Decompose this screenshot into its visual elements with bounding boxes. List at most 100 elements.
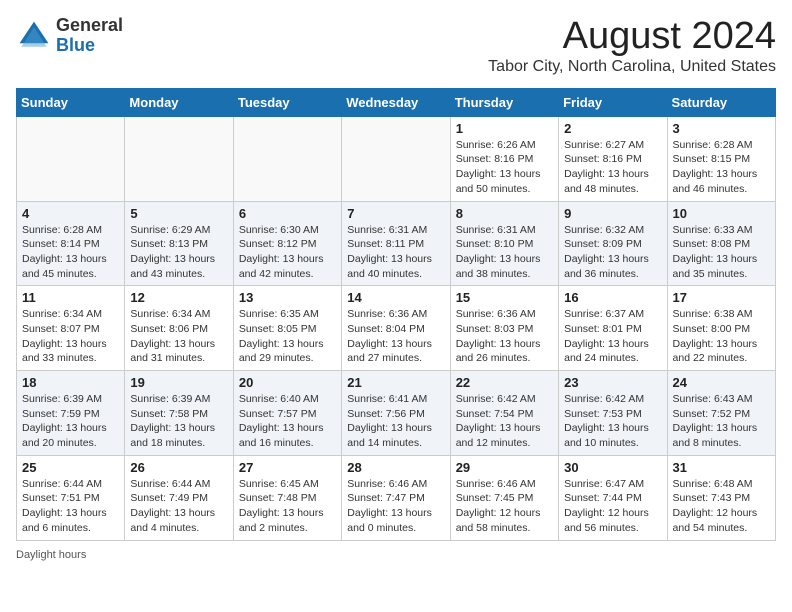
calendar-cell: 26Sunrise: 6:44 AM Sunset: 7:49 PM Dayli… [125, 455, 233, 540]
day-info: Sunrise: 6:37 AM Sunset: 8:01 PM Dayligh… [564, 307, 661, 366]
day-number: 18 [22, 375, 119, 390]
day-number: 31 [673, 460, 770, 475]
day-number: 21 [347, 375, 444, 390]
col-header-thursday: Thursday [450, 88, 558, 116]
calendar-cell: 16 Sunrise: 6:37 AM Sunset: 8:01 PM Dayli… [559, 286, 667, 371]
day-number: 15 [456, 290, 553, 305]
day-info: Sunrise: 6:43 AM Sunset: 7:52 PM Dayligh… [673, 392, 770, 451]
day-info: Sunrise: 6:44 AM Sunset: 7:51 PM Dayligh… [22, 477, 119, 536]
day-info: Sunrise: 6:34 AM Sunset: 8:07 PM Dayligh… [22, 307, 119, 366]
calendar-cell [342, 116, 450, 201]
day-number: 28 [347, 460, 444, 475]
col-header-wednesday: Wednesday [342, 88, 450, 116]
calendar-cell: 15 Sunrise: 6:36 AM Sunset: 8:03 PM Dayli… [450, 286, 558, 371]
calendar-cell: 21Sunrise: 6:41 AM Sunset: 7:56 PM Dayli… [342, 371, 450, 456]
logo-icon [16, 18, 52, 54]
day-number: 20 [239, 375, 336, 390]
day-info: Sunrise: 6:39 AM Sunset: 7:58 PM Dayligh… [130, 392, 227, 451]
calendar-cell: 5 Sunrise: 6:29 AM Sunset: 8:13 PM Daylig… [125, 201, 233, 286]
day-number: 9 [564, 206, 661, 221]
logo: General Blue [16, 16, 123, 56]
day-info: Sunrise: 6:30 AM Sunset: 8:12 PM Dayligh… [239, 223, 336, 282]
calendar-week-5: 25Sunrise: 6:44 AM Sunset: 7:51 PM Dayli… [17, 455, 776, 540]
day-info: Sunrise: 6:39 AM Sunset: 7:59 PM Dayligh… [22, 392, 119, 451]
calendar-cell: 9 Sunrise: 6:32 AM Sunset: 8:09 PM Daylig… [559, 201, 667, 286]
calendar-cell: 18 Sunrise: 6:39 AM Sunset: 7:59 PM Dayli… [17, 371, 125, 456]
day-number: 11 [22, 290, 119, 305]
day-info: Sunrise: 6:29 AM Sunset: 8:13 PM Dayligh… [130, 223, 227, 282]
calendar-cell [17, 116, 125, 201]
day-number: 1 [456, 121, 553, 136]
col-header-sunday: Sunday [17, 88, 125, 116]
location-title: Tabor City, North Carolina, United State… [488, 58, 776, 76]
calendar-cell: 23 Sunrise: 6:42 AM Sunset: 7:53 PM Dayli… [559, 371, 667, 456]
calendar-cell: 3Sunrise: 6:28 AM Sunset: 8:15 PM Daylig… [667, 116, 775, 201]
day-number: 16 [564, 290, 661, 305]
calendar-cell: 17 Sunrise: 6:38 AM Sunset: 8:00 PM Dayli… [667, 286, 775, 371]
calendar-week-2: 4 Sunrise: 6:28 AM Sunset: 8:14 PM Daylig… [17, 201, 776, 286]
day-info: Sunrise: 6:42 AM Sunset: 7:53 PM Dayligh… [564, 392, 661, 451]
calendar-week-1: 1Sunrise: 6:26 AM Sunset: 8:16 PM Daylig… [17, 116, 776, 201]
calendar-cell: 14 Sunrise: 6:36 AM Sunset: 8:04 PM Dayli… [342, 286, 450, 371]
calendar-cell: 28 Sunrise: 6:46 AM Sunset: 7:47 PM Dayli… [342, 455, 450, 540]
day-info: Sunrise: 6:48 AM Sunset: 7:43 PM Dayligh… [673, 477, 770, 536]
day-info: Sunrise: 6:38 AM Sunset: 8:00 PM Dayligh… [673, 307, 770, 366]
col-header-monday: Monday [125, 88, 233, 116]
calendar-cell: 7 Sunrise: 6:31 AM Sunset: 8:11 PM Daylig… [342, 201, 450, 286]
day-info: Sunrise: 6:42 AM Sunset: 7:54 PM Dayligh… [456, 392, 553, 451]
day-number: 12 [130, 290, 227, 305]
calendar-cell: 27 Sunrise: 6:45 AM Sunset: 7:48 PM Dayli… [233, 455, 341, 540]
day-number: 26 [130, 460, 227, 475]
day-number: 17 [673, 290, 770, 305]
day-info: Sunrise: 6:33 AM Sunset: 8:08 PM Dayligh… [673, 223, 770, 282]
calendar-cell: 4 Sunrise: 6:28 AM Sunset: 8:14 PM Daylig… [17, 201, 125, 286]
calendar-cell: 13Sunrise: 6:35 AM Sunset: 8:05 PM Dayli… [233, 286, 341, 371]
calendar-week-3: 11 Sunrise: 6:34 AM Sunset: 8:07 PM Dayli… [17, 286, 776, 371]
day-number: 5 [130, 206, 227, 221]
day-number: 10 [673, 206, 770, 221]
day-info: Sunrise: 6:32 AM Sunset: 8:09 PM Dayligh… [564, 223, 661, 282]
calendar-cell: 10 Sunrise: 6:33 AM Sunset: 8:08 PM Dayli… [667, 201, 775, 286]
day-number: 2 [564, 121, 661, 136]
day-number: 27 [239, 460, 336, 475]
day-number: 7 [347, 206, 444, 221]
day-number: 14 [347, 290, 444, 305]
day-info: Sunrise: 6:40 AM Sunset: 7:57 PM Dayligh… [239, 392, 336, 451]
day-info: Sunrise: 6:27 AM Sunset: 8:16 PM Dayligh… [564, 138, 661, 197]
calendar-cell: 25Sunrise: 6:44 AM Sunset: 7:51 PM Dayli… [17, 455, 125, 540]
day-number: 30 [564, 460, 661, 475]
day-number: 19 [130, 375, 227, 390]
calendar-cell: 6 Sunrise: 6:30 AM Sunset: 8:12 PM Daylig… [233, 201, 341, 286]
day-info: Sunrise: 6:46 AM Sunset: 7:45 PM Dayligh… [456, 477, 553, 536]
day-number: 23 [564, 375, 661, 390]
logo-text: General Blue [56, 16, 123, 56]
day-info: Sunrise: 6:34 AM Sunset: 8:06 PM Dayligh… [130, 307, 227, 366]
calendar-cell: 1Sunrise: 6:26 AM Sunset: 8:16 PM Daylig… [450, 116, 558, 201]
day-info: Sunrise: 6:31 AM Sunset: 8:10 PM Dayligh… [456, 223, 553, 282]
calendar-cell: 20 Sunrise: 6:40 AM Sunset: 7:57 PM Dayli… [233, 371, 341, 456]
day-number: 3 [673, 121, 770, 136]
day-number: 6 [239, 206, 336, 221]
calendar-cell: 19 Sunrise: 6:39 AM Sunset: 7:58 PM Dayli… [125, 371, 233, 456]
day-info: Sunrise: 6:45 AM Sunset: 7:48 PM Dayligh… [239, 477, 336, 536]
calendar-cell: 11 Sunrise: 6:34 AM Sunset: 8:07 PM Dayli… [17, 286, 125, 371]
day-number: 29 [456, 460, 553, 475]
daylight-label: Daylight hours [16, 549, 86, 561]
calendar-cell: 12 Sunrise: 6:34 AM Sunset: 8:06 PM Dayli… [125, 286, 233, 371]
day-info: Sunrise: 6:28 AM Sunset: 8:14 PM Dayligh… [22, 223, 119, 282]
calendar-cell: 30 Sunrise: 6:47 AM Sunset: 7:44 PM Dayli… [559, 455, 667, 540]
calendar-cell: 8 Sunrise: 6:31 AM Sunset: 8:10 PM Daylig… [450, 201, 558, 286]
day-number: 4 [22, 206, 119, 221]
calendar-week-4: 18 Sunrise: 6:39 AM Sunset: 7:59 PM Dayli… [17, 371, 776, 456]
calendar-cell: 2 Sunrise: 6:27 AM Sunset: 8:16 PM Daylig… [559, 116, 667, 201]
day-number: 8 [456, 206, 553, 221]
title-area: August 2024 Tabor City, North Carolina, … [488, 16, 776, 76]
day-info: Sunrise: 6:47 AM Sunset: 7:44 PM Dayligh… [564, 477, 661, 536]
header: General Blue August 2024 Tabor City, Nor… [16, 16, 776, 76]
calendar-cell: 29 Sunrise: 6:46 AM Sunset: 7:45 PM Dayli… [450, 455, 558, 540]
day-info: Sunrise: 6:31 AM Sunset: 8:11 PM Dayligh… [347, 223, 444, 282]
day-info: Sunrise: 6:36 AM Sunset: 8:03 PM Dayligh… [456, 307, 553, 366]
calendar-cell: 31 Sunrise: 6:48 AM Sunset: 7:43 PM Dayli… [667, 455, 775, 540]
day-info: Sunrise: 6:36 AM Sunset: 8:04 PM Dayligh… [347, 307, 444, 366]
day-info: Sunrise: 6:46 AM Sunset: 7:47 PM Dayligh… [347, 477, 444, 536]
